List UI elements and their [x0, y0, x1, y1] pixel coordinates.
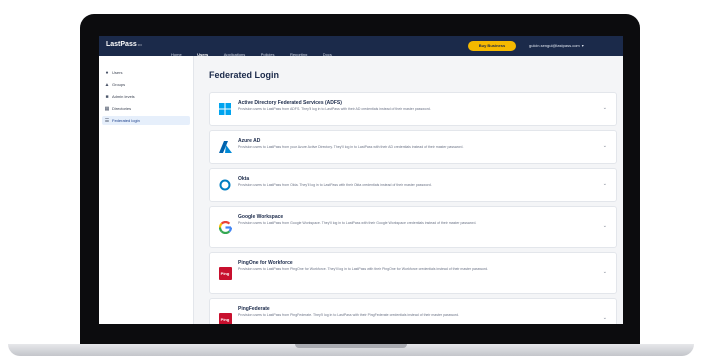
sidebar-item-federated-login[interactable]: ☰ Federated login — [102, 116, 190, 125]
provider-description: Provision users to LastPass from Okta. T… — [238, 183, 432, 187]
provider-card-pingfederate[interactable]: Ping PingFederate Provision users to Las… — [209, 298, 617, 324]
nav-link-docs[interactable]: Docs — [323, 52, 332, 57]
laptop-notch — [295, 344, 407, 348]
nav-link-applications[interactable]: Applications — [224, 52, 246, 57]
okta-icon — [218, 178, 232, 192]
app-screen: LastPass••• Home Users Applications Poli… — [99, 36, 623, 324]
chevron-down-icon[interactable]: ⌄ — [603, 181, 607, 187]
provider-name: Google Workspace — [238, 214, 284, 220]
nav-link-reporting[interactable]: Reporting — [290, 52, 307, 57]
provider-name: Okta — [238, 176, 250, 182]
provider-card-google-workspace[interactable]: Google Workspace Provision users to Last… — [209, 206, 617, 248]
top-navigation-bar: LastPass••• Home Users Applications Poli… — [99, 36, 623, 57]
sidebar-item-directories[interactable]: ▦ Directories — [102, 104, 190, 113]
chevron-down-icon[interactable]: ⌄ — [603, 269, 607, 275]
page-title: Federated Login — [209, 70, 280, 80]
sidebar-item-users[interactable]: ● Users — [102, 68, 190, 77]
chevron-down-icon[interactable]: ⌄ — [603, 143, 607, 149]
provider-description: Provision users to LastPass from PingFed… — [238, 313, 460, 317]
groups-icon: ▲ — [104, 82, 110, 88]
user-email: gulcin.sengul@lastpass.com — [529, 43, 580, 48]
provider-description: Provision users to LastPass from ADFS. T… — [238, 107, 431, 111]
provider-name: PingOne for Workforce — [238, 260, 293, 266]
ping-icon: Ping — [218, 312, 232, 324]
sidebar: ● Users ▲ Groups ■ Admin levels ▦ Directorie… — [99, 56, 194, 324]
chevron-down-icon[interactable]: ⌄ — [603, 223, 607, 229]
chevron-down-icon[interactable]: ⌄ — [603, 315, 607, 321]
sidebar-item-groups[interactable]: ▲ Groups — [102, 80, 190, 89]
nav-link-policies[interactable]: Policies — [261, 52, 275, 57]
chevron-down-icon: ▾ — [581, 43, 584, 48]
ping-icon: Ping — [218, 266, 232, 280]
provider-card-adfs[interactable]: Active Directory Federated Services (ADF… — [209, 92, 617, 126]
provider-name: PingFederate — [238, 306, 270, 312]
buy-business-button[interactable]: Buy Business — [468, 41, 516, 51]
chevron-down-icon[interactable]: ⌄ — [603, 105, 607, 111]
provider-card-pingone[interactable]: Ping PingOne for Workforce Provision use… — [209, 252, 617, 294]
federated-icon: ☰ — [104, 118, 110, 124]
directory-icon: ▦ — [104, 106, 110, 112]
provider-description: Provision users to LastPass from PingOne… — [238, 267, 489, 271]
provider-description: Provision users to LastPass from your Az… — [238, 145, 464, 149]
sidebar-item-admin-levels[interactable]: ■ Admin levels — [102, 92, 190, 101]
nav-link-users[interactable]: Users — [197, 52, 208, 57]
provider-description: Provision users to LastPass from Google … — [238, 221, 477, 225]
provider-card-azure-ad[interactable]: Azure AD Provision users to LastPass fro… — [209, 130, 617, 164]
windows-icon — [218, 102, 232, 116]
google-icon — [218, 220, 232, 234]
admin-icon: ■ — [105, 94, 109, 100]
user-icon: ● — [105, 70, 109, 76]
nav-links: Home Users Applications Policies Reporti… — [171, 43, 343, 61]
app-logo[interactable]: LastPass••• — [106, 41, 142, 48]
user-menu[interactable]: gulcin.sengul@lastpass.com ▾ — [529, 43, 584, 48]
provider-name: Active Directory Federated Services (ADF… — [238, 100, 342, 106]
provider-name: Azure AD — [238, 138, 261, 144]
provider-card-okta[interactable]: Okta Provision users to LastPass from Ok… — [209, 168, 617, 202]
azure-icon — [218, 140, 232, 154]
